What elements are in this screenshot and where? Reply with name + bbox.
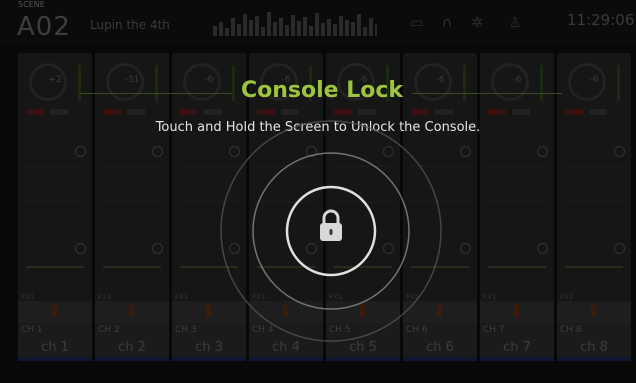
console-lock-overlay[interactable]: Console Lock Touch and Hold the Screen t… [0,0,636,383]
lock-icon [320,209,342,241]
console-screen[interactable]: SCENE A02 Lupin the 4th ▭ ∩ ✲ ♙ 11:29:06… [0,0,636,383]
unlock-touch-target[interactable] [0,0,636,383]
